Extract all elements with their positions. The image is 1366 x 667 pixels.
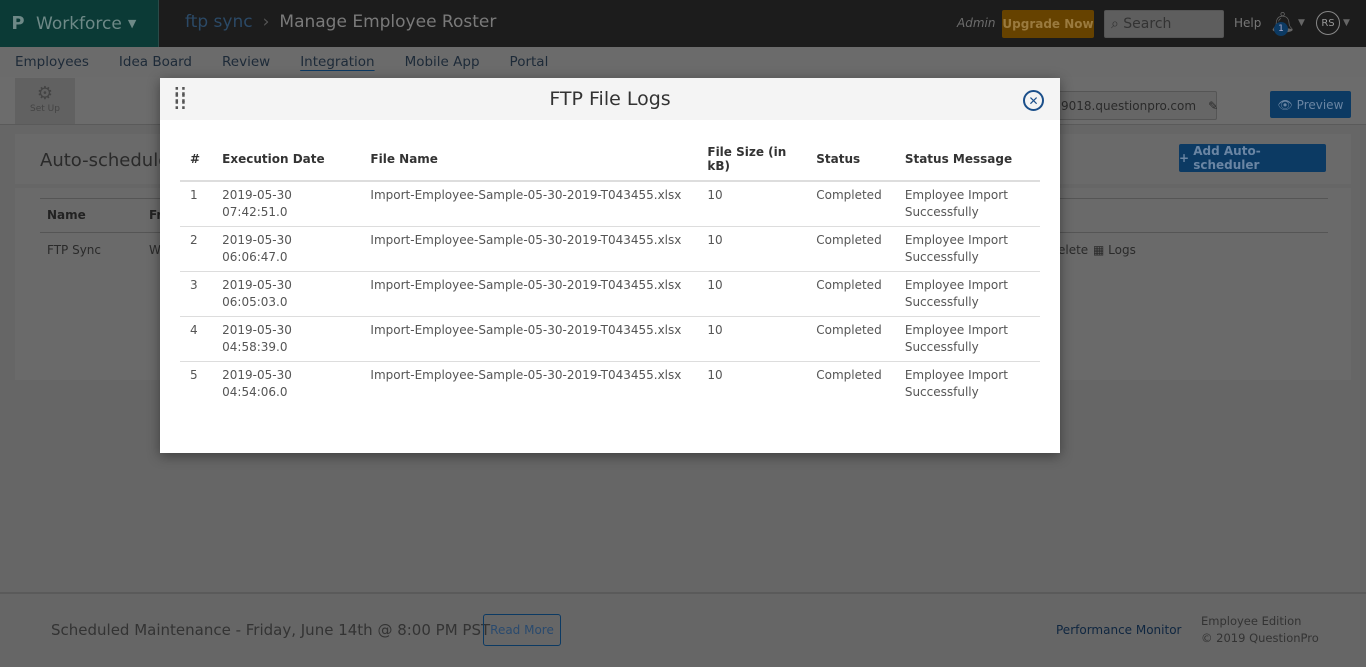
nav-idea-board[interactable]: Idea Board [119,54,192,70]
caret-down-icon: ▼ [127,17,137,30]
delete-link[interactable]: elete [1058,243,1088,257]
file-name: Import-Employee-Sample-05-30-2019-T04345… [370,368,682,382]
caret-down-icon[interactable]: ▼ [1298,18,1305,28]
table-row: 1 2019-05-30 07:42:51.0 Import-Employee-Sa… [180,181,1040,227]
modal-header: :::::: FTP File Logs ✕ [160,78,1060,120]
preview-button[interactable]: 👁︎ Preview [1270,91,1351,118]
table-row: 3 2019-05-30 06:05:03.0 Import-Employee-Sa… [180,271,1040,317]
top-bar: P Workforce ▼ ftp sync › Manage Employee R… [0,0,1366,47]
logs-link[interactable]: ▦ Logs [1093,243,1136,257]
breadcrumb-parent[interactable]: ftp sync [185,12,253,32]
col-status: Status [806,142,895,182]
file-size: 10 [697,226,807,272]
grid-icon: ▦ [1093,243,1109,257]
col-execution-date: Execution Date [212,142,361,182]
plus-icon: + [1179,151,1194,165]
preview-label: Preview [1296,97,1344,112]
search-input[interactable]: ⌕ Search [1104,10,1224,38]
status: Completed [806,181,895,227]
pencil-icon[interactable]: ✎ [1208,99,1218,113]
file-name: Import-Employee-Sample-05-30-2019-T04345… [360,226,698,272]
status: Completed [816,368,882,382]
col-file-name: File Name [360,142,698,182]
edition-info: Employee Edition © 2019 QuestionPro [1201,613,1319,647]
status-message: Employee Import Successfully [894,181,1040,227]
help-link[interactable]: Help [1234,16,1261,30]
execution-date: 2019-05-30 04:54:06.0 [222,368,292,399]
setup-label: Set Up [30,104,60,114]
file-name: Import-Employee-Sample-05-30-2019-T04345… [360,181,698,227]
status: Completed [806,226,895,272]
ftp-file-logs-modal: :::::: FTP File Logs ✕ # Execution Date … [160,78,1060,453]
edition: Employee Edition [1201,614,1302,628]
setup-button[interactable]: ⚙ Set Up [15,78,75,124]
col-number: # [180,142,213,182]
logs-table: # Execution Date File Name File Size (in… [180,142,1040,407]
role-label: Admin [957,16,996,30]
scheduler-name: FTP Sync [47,243,101,257]
logs-label: Logs [1108,243,1136,257]
copyright: © 2019 QuestionPro [1201,631,1319,645]
nav-employees[interactable]: Employees [15,54,89,70]
product-switcher[interactable]: P Workforce ▼ [0,0,159,47]
search-placeholder: Search [1123,16,1172,32]
status-message: Employee Import Successfully [894,316,1040,362]
add-auto-scheduler-button[interactable]: + Add Auto-scheduler [1179,144,1326,172]
file-size: 10 [697,271,807,317]
status: Completed [806,316,895,362]
product-name: Workforce [36,13,122,34]
performance-monitor-link[interactable]: Performance Monitor [1056,623,1181,637]
avatar[interactable]: RS [1316,11,1340,35]
file-name: Import-Employee-Sample-05-30-2019-T04345… [360,316,698,362]
add-label: Add Auto-scheduler [1193,144,1261,172]
file-name: Import-Employee-Sample-05-30-2019-T04345… [360,271,698,317]
url-text: 9018.questionpro.com [1061,98,1197,113]
caret-down-icon[interactable]: ▼ [1343,18,1350,28]
page-title: Manage Employee Roster [279,12,497,32]
chevron-right-icon: › [262,12,270,32]
breadcrumb: ftp sync › Manage Employee Roster [185,12,496,32]
row-number: 4 [180,316,213,362]
main-nav: Employees Idea Board Review Integration … [0,47,1366,77]
status-message: Employee Import Successfully [904,368,1008,399]
col-status-message: Status Message [894,142,1040,182]
status-message: Employee Import Successfully [894,226,1040,272]
upgrade-button[interactable]: Upgrade Now [1002,10,1094,38]
table-row: 2 2019-05-30 06:06:47.0 Import-Employee-Sa… [180,226,1040,272]
notification-badge: 1 [1274,22,1288,36]
nav-portal[interactable]: Portal [510,54,549,70]
eye-icon: 👁︎ [1277,97,1297,112]
read-more-button[interactable]: Read More [483,614,561,646]
execution-date: 2019-05-30 06:05:03.0 [212,271,361,317]
row-number: 1 [180,181,213,227]
status-message: Employee Import Successfully [894,271,1040,317]
maintenance-notice: Scheduled Maintenance - Friday, June 14t… [51,621,491,639]
file-size: 10 [697,316,807,362]
table-row: 5 2019-05-30 04:54:06.0 Import-Employee-Sa… [180,362,1040,407]
file-size: 10 [697,181,807,227]
modal-title: FTP File Logs [549,88,671,110]
col-file-size: File Size (in kB) [697,142,807,182]
status: Completed [806,271,895,317]
close-icon[interactable]: ✕ [1023,90,1044,111]
gear-icon: ⚙ [36,83,54,104]
execution-date: 2019-05-30 04:58:39.0 [212,316,361,362]
row-number: 3 [180,271,213,317]
table-row: 4 2019-05-30 04:58:39.0 Import-Employee-Sa… [180,316,1040,362]
url-field[interactable]: 9018.questionpro.com ✎ [1040,91,1218,120]
execution-date: 2019-05-30 06:06:47.0 [212,226,361,272]
row-number: 2 [180,226,213,272]
row-number: 5 [190,368,198,382]
search-icon: ⌕ [1111,16,1124,32]
col-name: Name [47,208,86,222]
section-title: Auto-scheduler [40,150,177,171]
file-size: 10 [707,368,723,382]
execution-date: 2019-05-30 07:42:51.0 [212,181,361,227]
nav-integration[interactable]: Integration [300,54,374,70]
nav-mobile-app[interactable]: Mobile App [405,54,480,70]
nav-review[interactable]: Review [222,54,270,70]
logo: P [11,13,25,34]
